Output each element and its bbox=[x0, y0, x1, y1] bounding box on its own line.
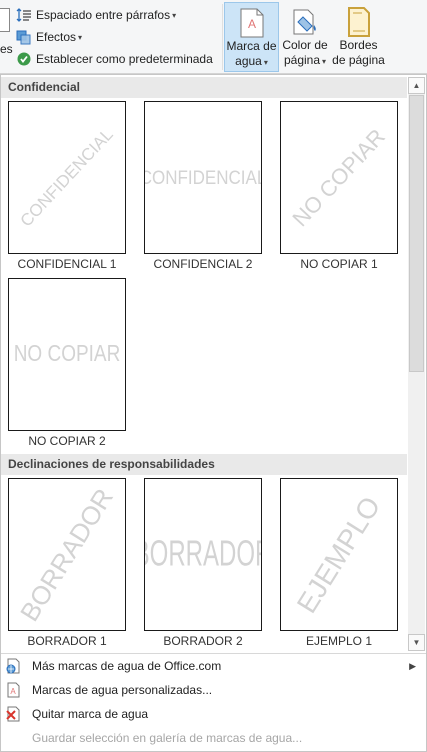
scroll-up-icon[interactable]: ▲ bbox=[408, 77, 425, 94]
watermark-text: EJEMPLO bbox=[290, 490, 387, 618]
set-as-default-label: Establecer como predeterminada bbox=[36, 52, 213, 66]
partial-style-button[interactable] bbox=[0, 8, 10, 32]
watermark-text: CONFIDENCIAL bbox=[144, 166, 262, 188]
office-watermark-icon bbox=[4, 657, 22, 675]
section-header-confidential: Confidencial bbox=[1, 77, 407, 98]
effects-button[interactable]: Efectos ▾ bbox=[16, 28, 82, 46]
watermark-caption: BORRADOR 2 bbox=[163, 634, 243, 648]
menu-item-label: Guardar selección en galería de marcas d… bbox=[32, 731, 303, 745]
watermark-text: BORRADOR bbox=[145, 533, 261, 575]
gallery-scrollbar[interactable]: ▲ ▼ bbox=[408, 77, 425, 651]
page-borders-label-line1: Bordes bbox=[339, 38, 378, 52]
page-color-icon bbox=[290, 6, 320, 38]
watermark-preview: NO COPIAR bbox=[8, 278, 126, 431]
chevron-down-icon: ▾ bbox=[172, 10, 177, 20]
watermark-preview: BORRADOR bbox=[144, 478, 262, 631]
watermark-option-confidencial-2[interactable]: CONFIDENCIAL CONFIDENCIAL 2 bbox=[144, 101, 264, 271]
checkmark-circle-icon bbox=[16, 51, 32, 67]
watermark-option-confidencial-1[interactable]: CONFIDENCIAL CONFIDENCIAL 1 bbox=[8, 101, 128, 271]
watermark-caption: BORRADOR 1 bbox=[27, 634, 107, 648]
custom-watermark-icon: A bbox=[4, 681, 22, 699]
ribbon-design-tab: es Espaciado entre párrafos ▾ Efectos ▾ bbox=[0, 0, 427, 74]
remove-watermark-item[interactable]: Quitar marca de agua bbox=[1, 702, 426, 726]
more-watermarks-office-item[interactable]: Más marcas de agua de Office.com ▶ bbox=[1, 654, 426, 678]
section-header-disclaimers: Declinaciones de responsabilidades bbox=[1, 454, 407, 475]
watermark-preview: EJEMPLO bbox=[280, 478, 398, 631]
save-to-gallery-item[interactable]: Guardar selección en galería de marcas d… bbox=[1, 726, 426, 750]
paragraph-spacing-icon bbox=[16, 7, 32, 23]
page-borders-button[interactable]: Bordes de página bbox=[331, 2, 386, 72]
watermark-text: CONFIDENCIAL bbox=[16, 124, 117, 230]
watermark-menu: Más marcas de agua de Office.com ▶ A Mar… bbox=[1, 653, 426, 745]
watermark-icon: A bbox=[239, 7, 265, 39]
watermark-caption: CONFIDENCIAL 1 bbox=[17, 257, 117, 271]
watermark-caption: EJEMPLO 1 bbox=[305, 634, 373, 648]
watermark-option-no-copiar-2[interactable]: NO COPIAR NO COPIAR 2 bbox=[8, 278, 128, 448]
menu-item-label: Quitar marca de agua bbox=[32, 707, 149, 721]
partial-ribbon-label: es bbox=[0, 42, 13, 56]
watermark-option-ejemplo-1[interactable]: EJEMPLO EJEMPLO 1 bbox=[280, 478, 400, 648]
watermark-option-borrador-2[interactable]: BORRADOR BORRADOR 2 bbox=[144, 478, 264, 648]
page-borders-icon bbox=[346, 6, 372, 38]
watermark-preview: CONFIDENCIAL bbox=[8, 101, 126, 254]
set-as-default-button[interactable]: Establecer como predeterminada bbox=[16, 50, 213, 68]
watermark-option-no-copiar-1[interactable]: NO COPIAR NO COPIAR 1 bbox=[280, 101, 400, 271]
custom-watermarks-item[interactable]: A Marcas de agua personalizadas... bbox=[1, 678, 426, 702]
menu-item-label: Más marcas de agua de Office.com bbox=[32, 659, 222, 673]
watermark-label-line2: agua ▾ bbox=[235, 54, 268, 68]
page-color-button[interactable]: Color de página ▾ bbox=[280, 2, 330, 72]
watermark-preview: CONFIDENCIAL bbox=[144, 101, 262, 254]
watermark-label-line1: Marca de bbox=[226, 39, 277, 53]
watermark-caption: CONFIDENCIAL 2 bbox=[153, 257, 253, 271]
watermark-preview: BORRADOR bbox=[8, 478, 126, 631]
svg-text:A: A bbox=[10, 687, 16, 696]
paragraph-spacing-label: Espaciado entre párrafos bbox=[36, 8, 171, 22]
watermark-gallery: Confidencial CONFIDENCIAL CONFIDENCIAL 1… bbox=[0, 74, 427, 752]
chevron-down-icon: ▾ bbox=[78, 32, 83, 42]
watermark-text: NO COPIAR bbox=[287, 123, 390, 231]
effects-icon bbox=[16, 29, 32, 45]
page-color-label-line2: página ▾ bbox=[283, 53, 327, 67]
page-color-label-line1: Color de bbox=[282, 38, 328, 52]
ribbon-divider bbox=[222, 4, 223, 70]
effects-label: Efectos bbox=[36, 30, 77, 44]
watermark-button[interactable]: A Marca de agua ▾ bbox=[224, 2, 279, 72]
watermark-preview: NO COPIAR bbox=[280, 101, 398, 254]
scrollbar-thumb[interactable] bbox=[409, 95, 424, 372]
remove-watermark-icon bbox=[4, 705, 22, 723]
page-borders-label-line2: de página bbox=[332, 53, 385, 67]
save-to-gallery-icon bbox=[4, 729, 22, 747]
scroll-down-icon[interactable]: ▼ bbox=[408, 634, 425, 651]
watermark-option-borrador-1[interactable]: BORRADOR BORRADOR 1 bbox=[8, 478, 128, 648]
chevron-right-icon: ▶ bbox=[409, 660, 416, 671]
menu-item-label: Marcas de agua personalizadas... bbox=[32, 683, 213, 697]
watermark-text: NO COPIAR bbox=[13, 341, 121, 367]
watermark-text: BORRADOR bbox=[14, 482, 120, 626]
svg-text:A: A bbox=[247, 17, 255, 31]
watermark-caption: NO COPIAR 2 bbox=[28, 434, 106, 448]
paragraph-spacing-button[interactable]: Espaciado entre párrafos ▾ bbox=[16, 6, 176, 24]
watermark-caption: NO COPIAR 1 bbox=[300, 257, 378, 271]
